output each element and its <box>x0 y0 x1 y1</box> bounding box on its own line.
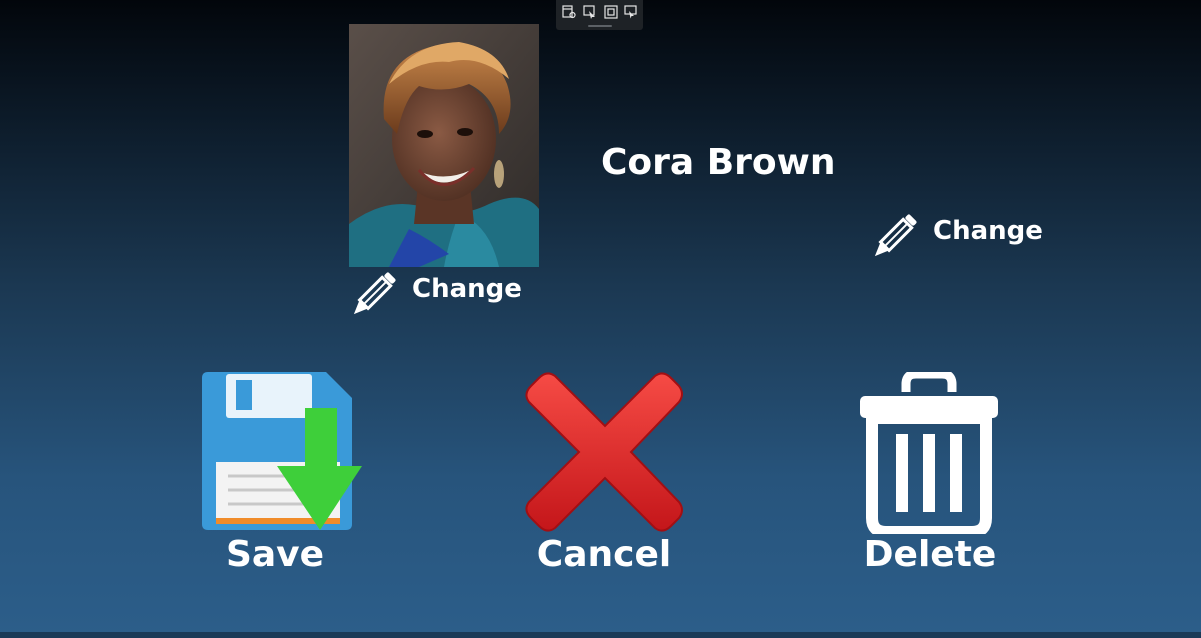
fullscreen-icon[interactable] <box>604 5 618 19</box>
contact-photo <box>349 24 539 267</box>
change-name-label: Change <box>933 216 1043 246</box>
cancel-button[interactable]: Cancel <box>494 372 714 582</box>
contact-name: Cora Brown <box>601 142 836 183</box>
floppy-disk-save-icon <box>202 372 362 530</box>
record-screen-icon[interactable] <box>624 5 638 19</box>
change-name-button[interactable]: Change <box>869 212 1069 262</box>
capture-window-icon[interactable] <box>562 5 576 19</box>
trash-can-icon <box>860 372 998 534</box>
pencil-icon <box>874 214 917 257</box>
save-button[interactable]: Save <box>165 372 385 582</box>
pencil-icon <box>353 272 396 315</box>
capture-toolbar <box>556 0 643 30</box>
select-region-icon[interactable] <box>583 5 597 19</box>
red-x-icon <box>525 372 683 532</box>
save-label: Save <box>225 534 325 575</box>
toolbar-grip[interactable] <box>588 25 612 27</box>
delete-label: Delete <box>863 534 997 575</box>
change-photo-label: Change <box>412 274 522 304</box>
change-photo-button[interactable]: Change <box>348 270 548 320</box>
taskbar-edge <box>0 632 1201 638</box>
delete-button[interactable]: Delete <box>820 372 1040 582</box>
cancel-label: Cancel <box>536 534 672 575</box>
